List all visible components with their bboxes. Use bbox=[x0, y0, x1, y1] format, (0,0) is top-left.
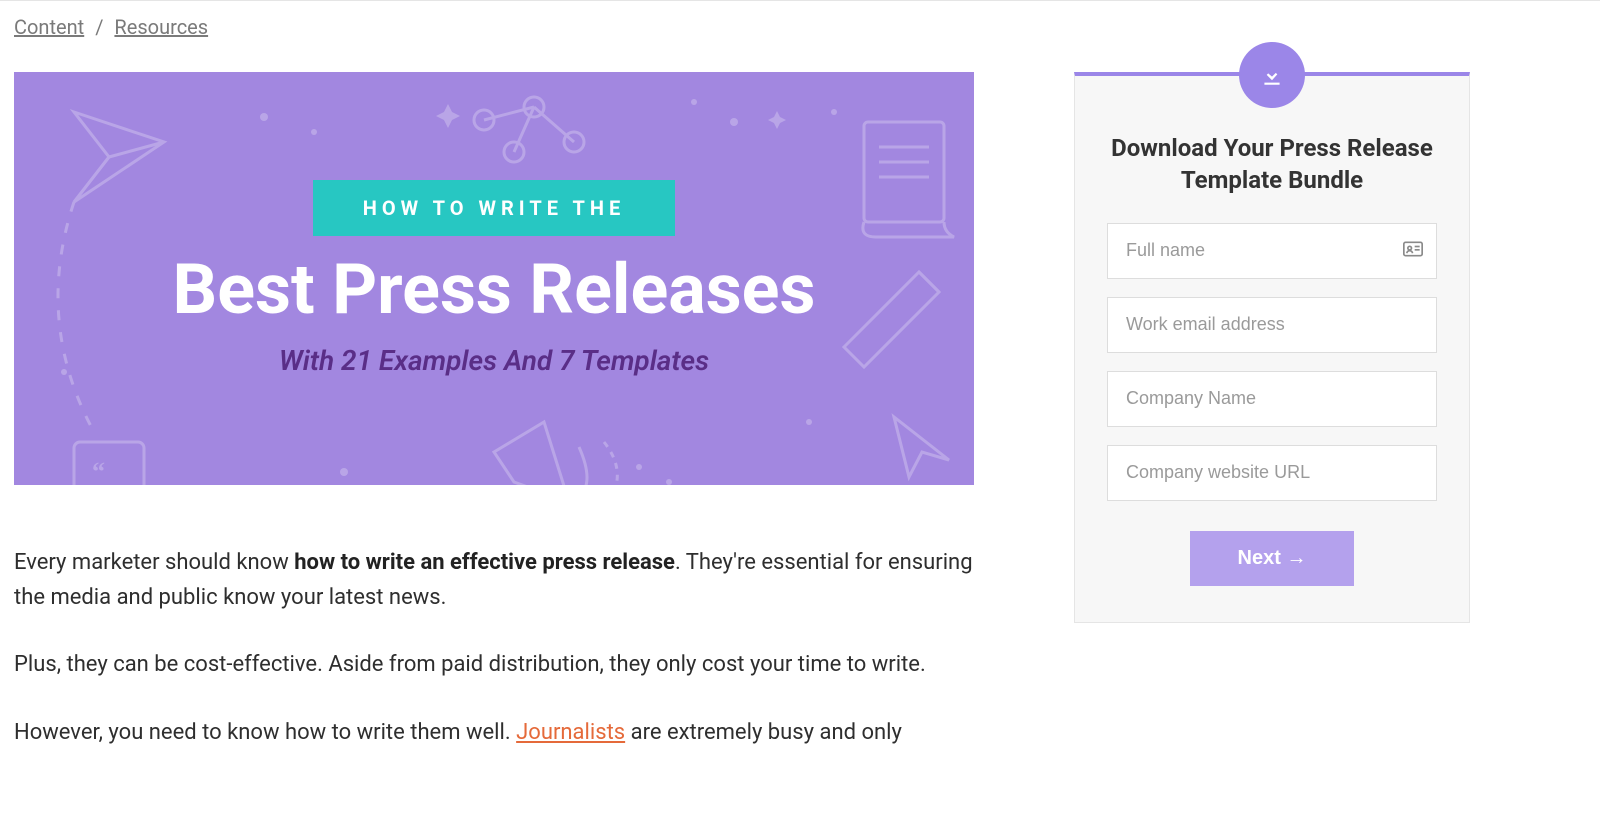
form-heading: Download Your Press Release Template Bun… bbox=[1107, 132, 1437, 197]
hero-ribbon: HOW TO WRITE THE bbox=[313, 180, 675, 236]
fullname-field[interactable] bbox=[1107, 223, 1437, 279]
article-text: Every marketer should know bbox=[14, 550, 294, 575]
main-column: “ „ HOW TO WRITE THE Best Press Releases… bbox=[14, 47, 974, 782]
svg-text:“: “ bbox=[92, 457, 105, 485]
article-body: Every marketer should know how to write … bbox=[14, 545, 974, 750]
article-text: However, you need to know how to write t… bbox=[14, 720, 516, 745]
fullname-field-wrap bbox=[1107, 223, 1437, 279]
next-button[interactable]: Next → bbox=[1190, 531, 1355, 586]
id-card-icon bbox=[1403, 241, 1423, 261]
hero-title: Best Press Releases bbox=[173, 254, 816, 328]
article-paragraph: Plus, they can be cost-effective. Aside … bbox=[14, 647, 974, 682]
article-paragraph: However, you need to know how to write t… bbox=[14, 715, 974, 750]
breadcrumb-resources[interactable]: Resources bbox=[114, 15, 208, 39]
download-icon bbox=[1239, 42, 1305, 108]
breadcrumb-separator: / bbox=[95, 15, 103, 39]
breadcrumb-content[interactable]: Content bbox=[14, 15, 84, 39]
download-card: Download Your Press Release Template Bun… bbox=[1074, 72, 1470, 623]
website-field[interactable] bbox=[1107, 445, 1437, 501]
article-strong: how to write an effective press release bbox=[294, 550, 675, 575]
company-field[interactable] bbox=[1107, 371, 1437, 427]
website-field-wrap bbox=[1107, 445, 1437, 501]
sidebar: Download Your Press Release Template Bun… bbox=[1074, 72, 1470, 623]
company-field-wrap bbox=[1107, 371, 1437, 427]
journalists-link[interactable]: Journalists bbox=[516, 720, 625, 745]
email-field-wrap bbox=[1107, 297, 1437, 353]
hero-subtitle: With 21 Examples And 7 Templates bbox=[279, 344, 709, 377]
hero-banner: “ „ HOW TO WRITE THE Best Press Releases… bbox=[14, 72, 974, 485]
article-text: are extremely busy and only bbox=[625, 720, 902, 745]
breadcrumb: Content / Resources bbox=[0, 0, 1600, 47]
article-paragraph: Every marketer should know how to write … bbox=[14, 545, 974, 615]
email-field[interactable] bbox=[1107, 297, 1437, 353]
